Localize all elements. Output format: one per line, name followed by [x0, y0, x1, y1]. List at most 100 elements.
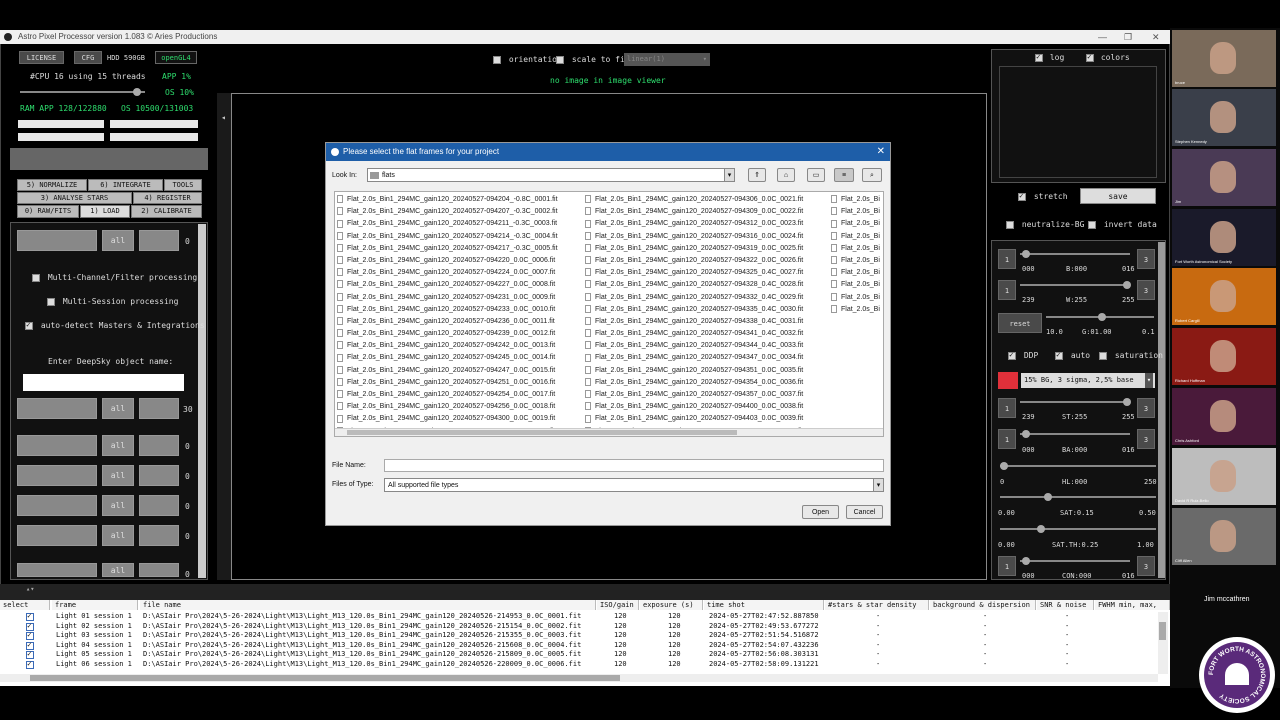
file-item[interactable]: Flat_2.0s_Bin1_294MC_gain120_20240527-09…: [585, 401, 829, 413]
st-slider[interactable]: [1020, 398, 1131, 406]
row2-clear-button[interactable]: [139, 465, 179, 486]
multi-channel-checkbox[interactable]: [32, 273, 40, 282]
maximize-button[interactable]: ❐: [1124, 30, 1132, 44]
con-up-button[interactable]: 3: [1137, 556, 1155, 576]
con-down-button[interactable]: 1: [998, 556, 1016, 576]
lights-button[interactable]: [17, 230, 97, 251]
orientation-checkbox[interactable]: [493, 55, 501, 64]
multi-session-option[interactable]: Multi-Session processing: [47, 297, 178, 306]
table-row[interactable]: Light 06 session 1 D:\ASIair Pro\2024\5-2…: [0, 659, 1158, 670]
ba-down-button[interactable]: 1: [998, 429, 1016, 449]
table-row[interactable]: Light 03 session 1 D:\ASIair Pro\2024\5-2…: [0, 630, 1158, 641]
w-slider-knob[interactable]: [1123, 281, 1131, 289]
thread-slider-knob[interactable]: [133, 88, 141, 96]
close-button[interactable]: ✕: [1152, 30, 1160, 44]
row5-clear-button[interactable]: [139, 563, 179, 577]
g-slider-knob[interactable]: [1098, 313, 1106, 321]
file-item[interactable]: Flat_2.0s_Bin1_294MC_gain120_20240527-09…: [337, 389, 583, 401]
right-scrollbar[interactable]: [1158, 242, 1165, 578]
deepsky-input[interactable]: [23, 374, 184, 391]
file-item[interactable]: Flat_2.0s_Bi: [831, 206, 883, 218]
minimize-button[interactable]: —: [1098, 30, 1107, 44]
file-item[interactable]: Flat_2.0s_Bin1_294MC_gain120_20240527-09…: [585, 352, 829, 364]
b-up-button[interactable]: 3: [1137, 249, 1155, 269]
file-item[interactable]: Flat_2.0s_Bi: [831, 218, 883, 230]
stretch-checkbox[interactable]: [1018, 191, 1026, 201]
neutralize-checkbox[interactable]: [1006, 220, 1014, 229]
row5-button[interactable]: [17, 563, 97, 577]
file-item[interactable]: Flat_2.0s_Bi: [831, 194, 883, 206]
hl-slider[interactable]: [1000, 462, 1156, 470]
participant-tile[interactable]: Fort Worth Astronomical Society: [1172, 209, 1276, 266]
file-item[interactable]: Flat_2.0s_Bi: [831, 243, 883, 255]
log-option[interactable]: log: [1035, 52, 1064, 62]
row3-all-button[interactable]: all: [102, 495, 134, 516]
row3-clear-button[interactable]: [139, 495, 179, 516]
file-item[interactable]: Flat_2.0s_Bin1_294MC_gain120_20240527-09…: [585, 243, 829, 255]
file-item[interactable]: Flat_2.0s_Bin1_294MC_gain120_20240527-09…: [337, 352, 583, 364]
row2-all-button[interactable]: all: [102, 465, 134, 486]
file-item[interactable]: Flat_2.0s_Bin1_294MC_gain120_20240527-09…: [585, 340, 829, 352]
save-button[interactable]: save: [1080, 188, 1156, 204]
details-view-button[interactable]: ⌕: [862, 168, 882, 182]
file-item[interactable]: Flat_2.0s_Bin1_294MC_gain120_20240527-09…: [585, 279, 829, 291]
lights-clear-button[interactable]: [139, 230, 179, 251]
up-folder-button[interactable]: ⇑: [748, 168, 766, 182]
colors-option[interactable]: colors: [1086, 52, 1130, 62]
sat-slider[interactable]: [1000, 493, 1156, 501]
g-slider[interactable]: [1046, 313, 1154, 321]
ddp-checkbox[interactable]: [1008, 350, 1016, 360]
file-item[interactable]: Flat_2.0s_Bin1_294MC_gain120_20240527-09…: [337, 316, 583, 328]
thread-slider[interactable]: [20, 88, 145, 96]
ba-up-button[interactable]: 3: [1137, 429, 1155, 449]
lights-all-button[interactable]: all: [102, 230, 134, 251]
tab-register[interactable]: 4) REGISTER: [133, 192, 202, 204]
file-item[interactable]: Flat_2.0s_Bin1_294MC_gain120_20240527-09…: [585, 292, 829, 304]
file-item[interactable]: Flat_2.0s_Bin1_294MC_gain120_20240527-09…: [585, 377, 829, 389]
opengl-button[interactable]: openGL4: [155, 51, 197, 64]
row3-button[interactable]: [17, 495, 97, 516]
con-slider[interactable]: [1020, 557, 1130, 565]
multi-channel-option[interactable]: Multi-Channel/Filter processing: [32, 273, 197, 282]
invert-checkbox[interactable]: [1088, 220, 1096, 229]
darks-button[interactable]: [17, 398, 97, 419]
look-in-select[interactable]: flats ▾: [367, 168, 735, 182]
st-slider-knob[interactable]: [1123, 398, 1131, 406]
tab-calibrate[interactable]: 2) CALIBRATE: [131, 205, 202, 218]
tab-normalize[interactable]: 5) NORMALIZE: [17, 179, 87, 191]
file-item[interactable]: Flat_2.0s_Bin1_294MC_gain120_20240527-09…: [337, 365, 583, 377]
splitter[interactable]: ▴▾: [0, 584, 1170, 600]
invert-option[interactable]: invert data: [1088, 220, 1157, 229]
darks-clear-button[interactable]: [139, 398, 179, 419]
neutralize-option[interactable]: neutralize-BG: [1006, 220, 1084, 229]
st-down-button[interactable]: 1: [998, 398, 1016, 418]
file-item[interactable]: Flat_2.0s_Bin1_294MC_gain120_20240527-09…: [337, 377, 583, 389]
table-row[interactable]: Light 04 session 1 D:\ASIair Pro\2024\5-2…: [0, 640, 1158, 651]
ddp-option[interactable]: DDP: [1008, 350, 1038, 360]
stretch-option[interactable]: stretch: [1018, 191, 1068, 201]
file-list-hscrollbar[interactable]: [335, 428, 883, 436]
file-item[interactable]: Flat_2.0s_Bin1_294MC_gain120_20240527-09…: [337, 243, 583, 255]
row2-button[interactable]: [17, 465, 97, 486]
file-item[interactable]: Flat_2.0s_Bin1_294MC_gain120_20240527-09…: [337, 413, 583, 425]
open-button[interactable]: Open: [802, 505, 839, 519]
col-header-iso[interactable]: ISO/gain: [597, 600, 639, 610]
file-item[interactable]: Flat_2.0s_Bin1_294MC_gain120_20240527-09…: [337, 267, 583, 279]
satth-slider[interactable]: [1000, 525, 1156, 533]
vscroll-thumb[interactable]: [1159, 622, 1166, 640]
table-row[interactable]: Light 02 session 1 D:\ASIair Pro\2024\5-2…: [0, 621, 1158, 632]
row4-all-button[interactable]: all: [102, 525, 134, 546]
sat-slider-knob[interactable]: [1044, 493, 1052, 501]
new-folder-button[interactable]: ▭: [807, 168, 825, 182]
file-item[interactable]: Flat_2.0s_Bin1_294MC_gain120_20240527-09…: [585, 218, 829, 230]
tab-load[interactable]: 1) LOAD: [80, 205, 130, 218]
participant-tile[interactable]: Chris Ashford: [1172, 388, 1276, 445]
file-item[interactable]: Flat_2.0s_Bin1_294MC_gain120_20240527-09…: [585, 389, 829, 401]
participant-tile[interactable]: bruce: [1172, 30, 1276, 87]
log-checkbox[interactable]: [1035, 52, 1043, 62]
file-item[interactable]: Flat_2.0s_Bin1_294MC_gain120_20240527-09…: [585, 267, 829, 279]
satth-slider-knob[interactable]: [1037, 525, 1045, 533]
file-item[interactable]: Flat_2.0s_Bin1_294MC_gain120_20240527-09…: [337, 340, 583, 352]
color-swatch-button[interactable]: [998, 372, 1018, 389]
tab-analyse-stars[interactable]: 3) ANALYSE STARS: [17, 192, 132, 204]
